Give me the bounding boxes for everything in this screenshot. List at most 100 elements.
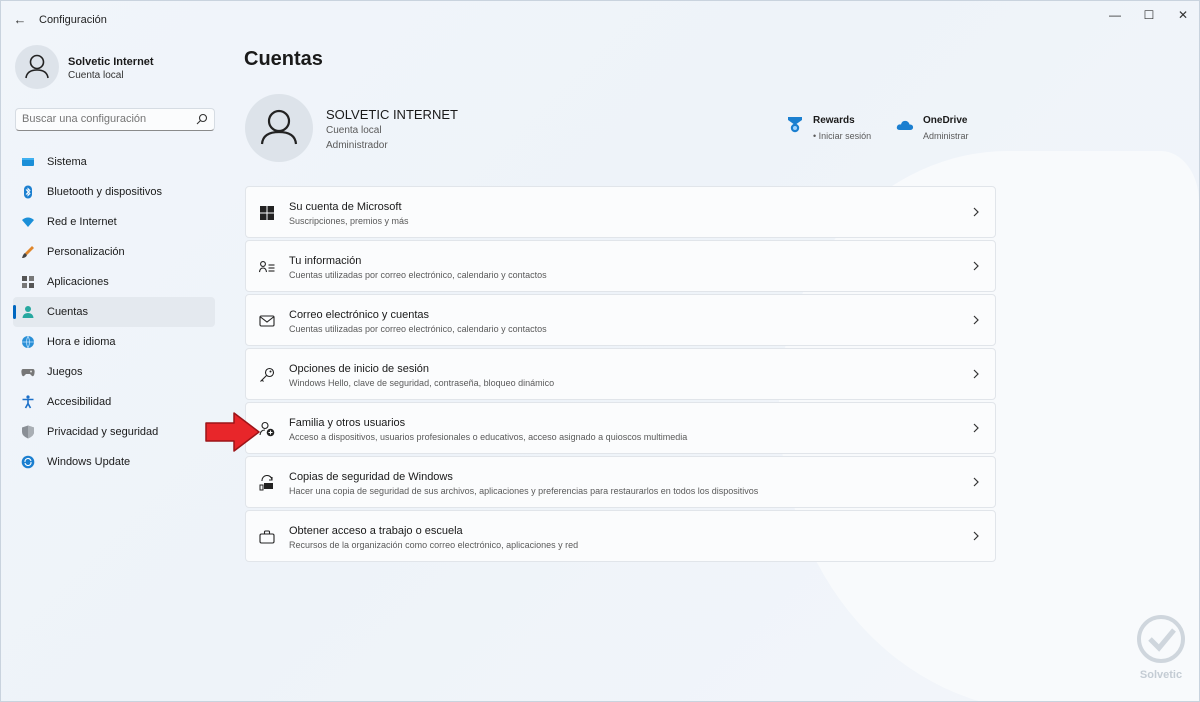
sidebar-item-label: Juegos — [47, 366, 83, 378]
profile-name: Solvetic Internet — [68, 56, 154, 68]
annotation-arrow-icon — [205, 412, 260, 452]
card-title: Tu información — [289, 255, 362, 267]
card-subtitle: Hacer una copia de seguridad de sus arch… — [289, 486, 759, 496]
settings-cards: Su cuenta de Microsoft Suscripciones, pr… — [245, 186, 996, 564]
person-card-icon — [259, 261, 275, 273]
key-icon — [260, 367, 275, 382]
sidebar-item-label: Bluetooth y dispositivos — [47, 186, 162, 198]
chevron-right-icon — [973, 369, 979, 379]
card-subtitle: Windows Hello, clave de seguridad, contr… — [289, 378, 555, 388]
onedrive-cloud-icon — [896, 120, 914, 130]
sidebar-item-label: Aplicaciones — [47, 276, 109, 288]
card-title: Copias de seguridad de Windows — [289, 471, 453, 483]
wifi-icon — [22, 217, 34, 227]
profile-account-type: Cuenta local — [68, 70, 124, 81]
account-role: Administrador — [326, 140, 388, 151]
person-icon — [25, 54, 49, 79]
person-icon — [22, 306, 34, 318]
person-icon — [260, 109, 298, 145]
minimize-button[interactable]: — — [1097, 5, 1133, 25]
settings-window: ← Configuración — ☐ ✕ Solvetic Internet … — [0, 0, 1200, 702]
card-title: Familia y otros usuarios — [289, 417, 406, 429]
sidebar-item-sistema[interactable]: Sistema — [13, 147, 215, 177]
apps-icon — [22, 276, 34, 288]
monitor-icon — [22, 158, 34, 166]
close-button[interactable]: ✕ — [1165, 5, 1199, 25]
search-input[interactable] — [22, 113, 192, 125]
sidebar-item-accesibilidad[interactable]: Accesibilidad — [13, 387, 215, 417]
page-title: Cuentas — [244, 48, 323, 70]
chevron-right-icon — [973, 315, 979, 325]
onedrive-title: OneDrive — [923, 115, 968, 126]
sidebar-item-privacidad[interactable]: Privacidad y seguridad — [13, 417, 215, 447]
card-title: Opciones de inicio de sesión — [289, 363, 430, 375]
card-email-accounts[interactable]: Correo electrónico y cuentas Cuentas uti… — [245, 294, 996, 346]
mail-icon — [259, 315, 275, 327]
maximize-button[interactable]: ☐ — [1131, 5, 1167, 25]
card-subtitle: Cuentas utilizadas por correo electrónic… — [289, 270, 547, 280]
sidebar-item-windows-update[interactable]: Windows Update — [13, 447, 215, 477]
card-subtitle: Cuentas utilizadas por correo electrónic… — [289, 324, 547, 334]
onedrive-subtitle[interactable]: Administrar — [923, 131, 969, 141]
gamepad-icon — [21, 369, 35, 377]
globe-clock-icon — [22, 335, 34, 349]
chevron-right-icon — [973, 477, 979, 487]
card-family-users[interactable]: Familia y otros usuarios Acceso a dispos… — [245, 402, 996, 454]
card-title: Correo electrónico y cuentas — [289, 309, 430, 321]
card-windows-backup[interactable]: Copias de seguridad de Windows Hacer una… — [245, 456, 996, 508]
title-bar: ← Configuración — ☐ ✕ — [1, 1, 1199, 37]
sidebar-item-aplicaciones[interactable]: Aplicaciones — [13, 267, 215, 297]
brush-icon — [22, 246, 34, 258]
accessibility-icon — [22, 395, 34, 409]
chevron-right-icon — [973, 531, 979, 541]
back-button[interactable]: ← — [9, 9, 31, 31]
avatar — [15, 45, 59, 89]
account-avatar — [245, 94, 313, 162]
briefcase-icon — [259, 530, 275, 544]
rewards-subtitle[interactable]: • Iniciar sesión — [813, 131, 871, 141]
watermark-icon — [1137, 615, 1185, 663]
sidebar-item-red[interactable]: Red e Internet — [13, 207, 215, 237]
sidebar-item-label: Sistema — [47, 156, 87, 168]
chevron-right-icon — [973, 207, 979, 217]
card-sign-in-options[interactable]: Opciones de inicio de sesión Windows Hel… — [245, 348, 996, 400]
rewards-title: Rewards — [813, 115, 855, 126]
search-box[interactable] — [15, 108, 215, 131]
sidebar-item-label: Accesibilidad — [47, 396, 112, 408]
sidebar-item-juegos[interactable]: Juegos — [13, 357, 215, 387]
sidebar-item-personalizacion[interactable]: Personalización — [13, 237, 215, 267]
card-work-school[interactable]: Obtener acceso a trabajo o escuela Recur… — [245, 510, 996, 562]
card-microsoft-account[interactable]: Su cuenta de Microsoft Suscripciones, pr… — [245, 186, 996, 238]
sidebar-profile[interactable]: Solvetic Internet Cuenta local — [15, 45, 154, 89]
search-icon[interactable] — [196, 113, 208, 125]
card-subtitle: Suscripciones, premios y más — [289, 216, 409, 226]
watermark-text: Solvetic — [1139, 669, 1183, 681]
card-subtitle: Recursos de la organización como correo … — [289, 540, 579, 550]
account-name: SOLVETIC INTERNET — [326, 107, 458, 122]
shield-icon — [22, 425, 34, 439]
card-your-info[interactable]: Tu información Cuentas utilizadas por co… — [245, 240, 996, 292]
chevron-right-icon — [973, 261, 979, 271]
windows-logo-icon — [260, 206, 274, 220]
card-title: Su cuenta de Microsoft — [289, 201, 402, 213]
bluetooth-icon — [24, 185, 32, 199]
sidebar-item-hora[interactable]: Hora e idioma — [13, 327, 215, 357]
sidebar-item-bluetooth[interactable]: Bluetooth y dispositivos — [13, 177, 215, 207]
chevron-right-icon — [973, 423, 979, 433]
watermark-logo: Solvetic — [1126, 613, 1196, 693]
sidebar-item-label: Personalización — [47, 246, 125, 258]
sidebar-item-cuentas[interactable]: Cuentas — [13, 297, 215, 327]
sidebar-item-label: Cuentas — [47, 306, 88, 318]
card-title: Obtener acceso a trabajo o escuela — [289, 525, 463, 537]
update-icon — [21, 455, 35, 469]
app-title: Configuración — [39, 14, 107, 26]
account-type: Cuenta local — [326, 125, 382, 136]
card-subtitle: Acceso a dispositivos, usuarios profesio… — [289, 432, 688, 442]
backup-sync-icon — [259, 475, 273, 491]
sidebar-item-label: Windows Update — [47, 456, 131, 468]
sidebar-item-label: Hora e idioma — [47, 336, 116, 348]
sidebar-nav: Sistema Bluetooth y dispositivos Red e I… — [13, 147, 215, 477]
rewards-trophy-icon — [788, 117, 802, 133]
sidebar-item-label: Red e Internet — [47, 216, 117, 228]
sidebar-item-label: Privacidad y seguridad — [47, 426, 159, 438]
